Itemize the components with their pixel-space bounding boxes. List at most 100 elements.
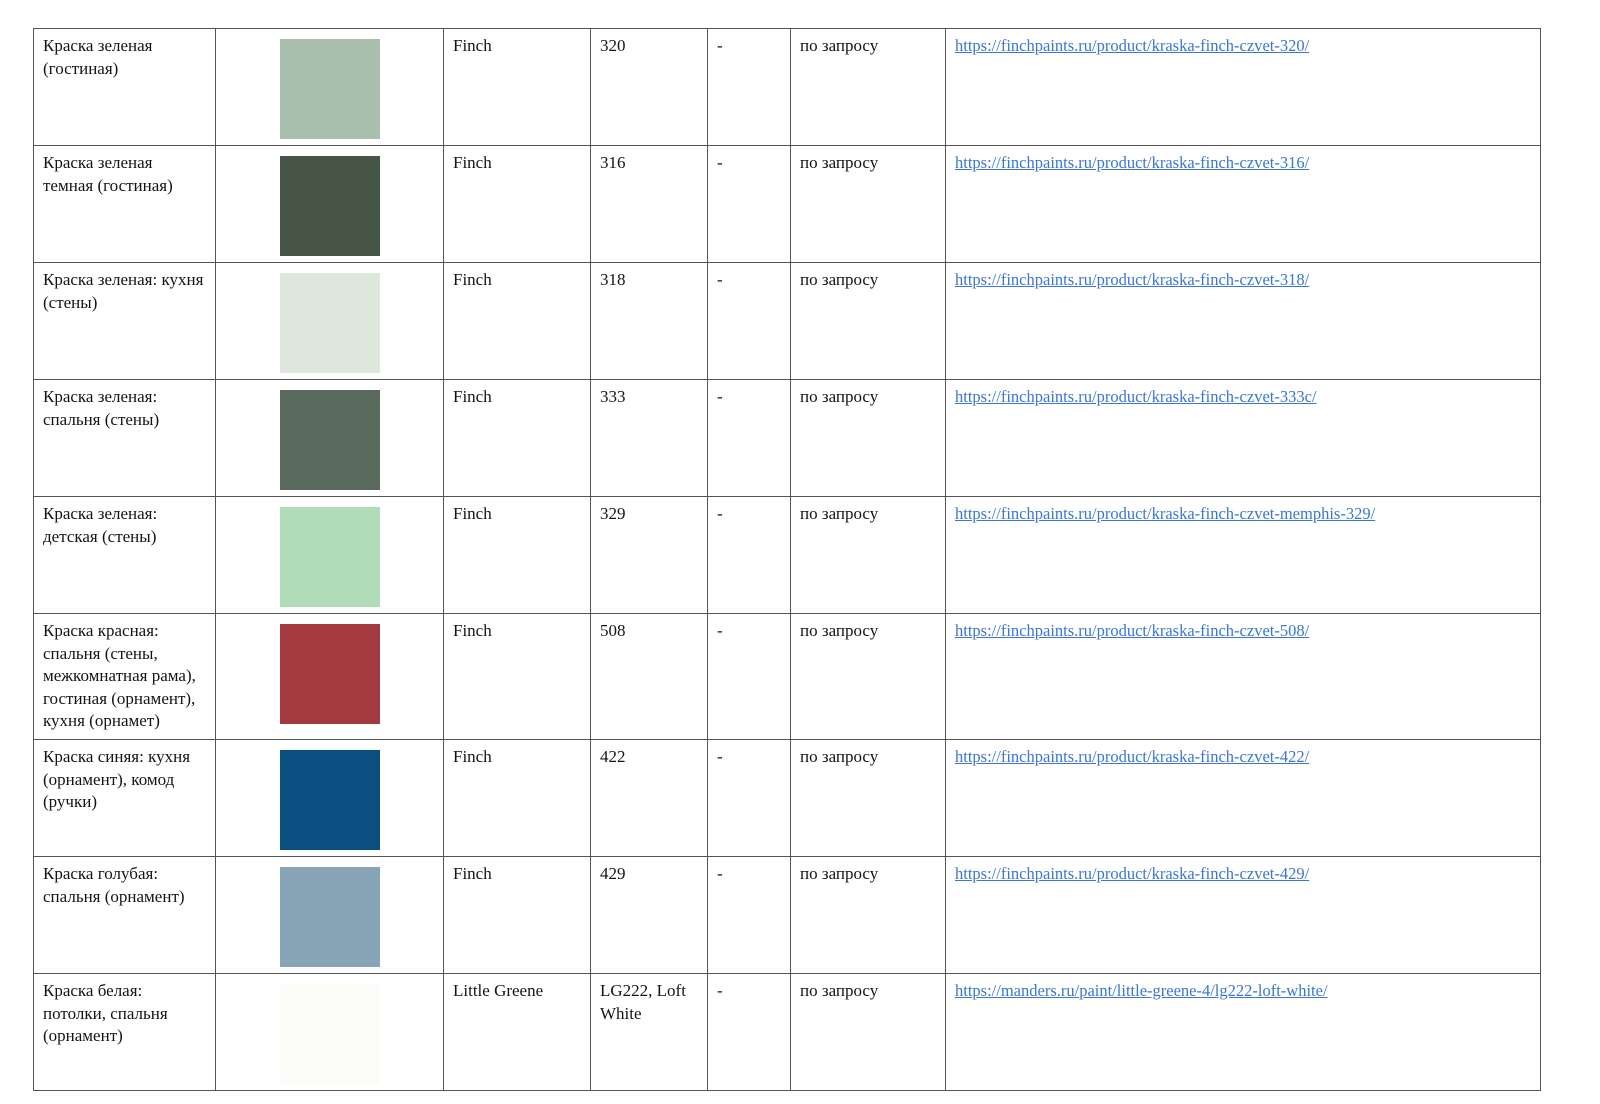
url-cell: https://finchpaints.ru/product/kraska-fi… bbox=[946, 497, 1541, 614]
paint-name: Краска голубая: спальня (орнамент) bbox=[43, 864, 185, 906]
brand-name: Finch bbox=[453, 36, 492, 55]
price-value: по запросу bbox=[800, 153, 878, 172]
brand-name: Finch bbox=[453, 387, 492, 406]
price-value: по запросу bbox=[800, 981, 878, 1000]
price-cell: по запросу bbox=[791, 857, 946, 974]
brand-cell: Finch bbox=[444, 497, 591, 614]
dash-cell: - bbox=[708, 614, 791, 740]
color-swatch bbox=[280, 867, 380, 967]
product-link[interactable]: https://finchpaints.ru/product/kraska-fi… bbox=[955, 387, 1317, 406]
price-value: по запросу bbox=[800, 387, 878, 406]
dash-value: - bbox=[717, 981, 723, 1000]
url-cell: https://finchpaints.ru/product/kraska-fi… bbox=[946, 146, 1541, 263]
table-row: Краска зеленая: кухня (стены) Finch 318 … bbox=[34, 263, 1541, 380]
brand-name: Finch bbox=[453, 270, 492, 289]
dash-cell: - bbox=[708, 380, 791, 497]
swatch-cell bbox=[216, 614, 444, 740]
color-swatch bbox=[280, 273, 380, 373]
price-cell: по запросу bbox=[791, 740, 946, 857]
url-cell: https://manders.ru/paint/little-greene-4… bbox=[946, 974, 1541, 1091]
color-swatch bbox=[280, 624, 380, 724]
price-cell: по запросу bbox=[791, 380, 946, 497]
price-value: по запросу bbox=[800, 747, 878, 766]
product-link[interactable]: https://manders.ru/paint/little-greene-4… bbox=[955, 981, 1328, 1000]
paint-name-cell: Краска белая: потолки, спальня (орнамент… bbox=[34, 974, 216, 1091]
paint-name: Краска зеленая: спальня (стены) bbox=[43, 387, 159, 429]
dash-cell: - bbox=[708, 974, 791, 1091]
product-link[interactable]: https://finchpaints.ru/product/kraska-fi… bbox=[955, 747, 1309, 766]
brand-cell: Finch bbox=[444, 380, 591, 497]
brand-name: Finch bbox=[453, 504, 492, 523]
swatch-cell bbox=[216, 263, 444, 380]
brand-cell: Finch bbox=[444, 29, 591, 146]
swatch-cell bbox=[216, 29, 444, 146]
price-value: по запросу bbox=[800, 36, 878, 55]
brand-cell: Finch bbox=[444, 614, 591, 740]
brand-cell: Finch bbox=[444, 740, 591, 857]
price-cell: по запросу bbox=[791, 497, 946, 614]
brand-name: Finch bbox=[453, 864, 492, 883]
paint-name: Краска зеленая (гостиная) bbox=[43, 36, 152, 78]
paint-name-cell: Краска зеленая темная (гостиная) bbox=[34, 146, 216, 263]
brand-cell: Finch bbox=[444, 146, 591, 263]
swatch-cell bbox=[216, 497, 444, 614]
color-code: 320 bbox=[600, 36, 626, 55]
price-cell: по запросу bbox=[791, 29, 946, 146]
swatch-cell bbox=[216, 380, 444, 497]
code-cell: 329 bbox=[591, 497, 708, 614]
color-code: LG222, Loft White bbox=[600, 981, 686, 1023]
price-cell: по запросу bbox=[791, 974, 946, 1091]
paint-name: Краска зеленая: детская (стены) bbox=[43, 504, 157, 546]
color-code: 318 bbox=[600, 270, 626, 289]
dash-value: - bbox=[717, 747, 723, 766]
paint-name: Краска зеленая: кухня (стены) bbox=[43, 270, 203, 312]
product-link[interactable]: https://finchpaints.ru/product/kraska-fi… bbox=[955, 270, 1309, 289]
color-swatch bbox=[280, 390, 380, 490]
price-value: по запросу bbox=[800, 864, 878, 883]
dash-value: - bbox=[717, 153, 723, 172]
swatch-cell bbox=[216, 857, 444, 974]
url-cell: https://finchpaints.ru/product/kraska-fi… bbox=[946, 263, 1541, 380]
product-link[interactable]: https://finchpaints.ru/product/kraska-fi… bbox=[955, 153, 1309, 172]
code-cell: 318 bbox=[591, 263, 708, 380]
color-swatch bbox=[280, 750, 380, 850]
color-code: 422 bbox=[600, 747, 626, 766]
price-value: по запросу bbox=[800, 270, 878, 289]
code-cell: 320 bbox=[591, 29, 708, 146]
brand-cell: Little Greene bbox=[444, 974, 591, 1091]
product-link[interactable]: https://finchpaints.ru/product/kraska-fi… bbox=[955, 36, 1309, 55]
paint-name: Краска красная: спальня (стены, межкомна… bbox=[43, 621, 196, 730]
url-cell: https://finchpaints.ru/product/kraska-fi… bbox=[946, 380, 1541, 497]
table-row: Краска красная: спальня (стены, межкомна… bbox=[34, 614, 1541, 740]
code-cell: 508 bbox=[591, 614, 708, 740]
paint-name-cell: Краска зеленая: детская (стены) bbox=[34, 497, 216, 614]
paint-name: Краска зеленая темная (гостиная) bbox=[43, 153, 173, 195]
paint-name-cell: Краска синяя: кухня (орнамент), комод (р… bbox=[34, 740, 216, 857]
color-code: 429 bbox=[600, 864, 626, 883]
table-row: Краска голубая: спальня (орнамент) Finch… bbox=[34, 857, 1541, 974]
table-row: Краска зеленая: детская (стены) Finch 32… bbox=[34, 497, 1541, 614]
table-row: Краска зеленая (гостиная) Finch 320 - по… bbox=[34, 29, 1541, 146]
url-cell: https://finchpaints.ru/product/kraska-fi… bbox=[946, 857, 1541, 974]
color-swatch bbox=[280, 156, 380, 256]
color-code: 333 bbox=[600, 387, 626, 406]
paint-name: Краска синяя: кухня (орнамент), комод (р… bbox=[43, 747, 190, 811]
dash-cell: - bbox=[708, 740, 791, 857]
price-value: по запросу bbox=[800, 504, 878, 523]
color-code: 329 bbox=[600, 504, 626, 523]
brand-cell: Finch bbox=[444, 857, 591, 974]
product-link[interactable]: https://finchpaints.ru/product/kraska-fi… bbox=[955, 864, 1309, 883]
document-page: Краска зеленая (гостиная) Finch 320 - по… bbox=[0, 0, 1600, 1104]
price-cell: по запросу bbox=[791, 263, 946, 380]
swatch-cell bbox=[216, 974, 444, 1091]
dash-cell: - bbox=[708, 857, 791, 974]
paint-name-cell: Краска зеленая: спальня (стены) bbox=[34, 380, 216, 497]
product-link[interactable]: https://finchpaints.ru/product/kraska-fi… bbox=[955, 621, 1309, 640]
dash-value: - bbox=[717, 504, 723, 523]
paint-name-cell: Краска зеленая (гостиная) bbox=[34, 29, 216, 146]
swatch-cell bbox=[216, 740, 444, 857]
price-cell: по запросу bbox=[791, 146, 946, 263]
dash-cell: - bbox=[708, 146, 791, 263]
product-link[interactable]: https://finchpaints.ru/product/kraska-fi… bbox=[955, 504, 1375, 523]
table-row: Краска белая: потолки, спальня (орнамент… bbox=[34, 974, 1541, 1091]
